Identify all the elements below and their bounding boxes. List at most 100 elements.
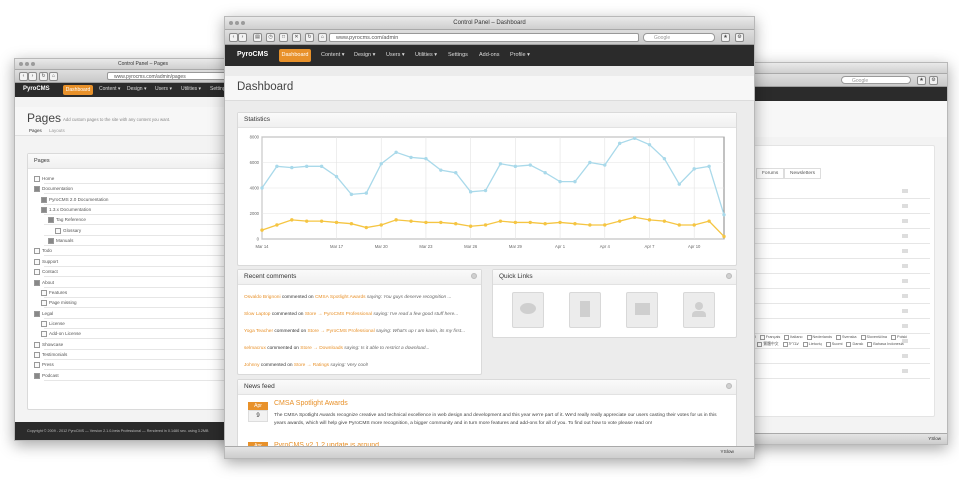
- row-edit-icon[interactable]: [902, 279, 908, 283]
- data-point[interactable]: [275, 223, 279, 227]
- tree-item[interactable]: Home: [34, 176, 54, 182]
- tab-pages[interactable]: Pages: [29, 128, 42, 133]
- expand-icon[interactable]: [34, 279, 40, 286]
- data-point[interactable]: [647, 142, 652, 147]
- tree-item[interactable]: Add-on License: [41, 331, 81, 338]
- data-point[interactable]: [424, 220, 428, 225]
- bookmark-icon[interactable]: ★: [917, 76, 926, 85]
- comments-quicklink-icon[interactable]: [512, 292, 544, 328]
- window-controls[interactable]: [229, 21, 245, 25]
- data-point[interactable]: [498, 162, 503, 166]
- back-icon[interactable]: ‹: [19, 72, 28, 81]
- data-point[interactable]: [364, 225, 369, 230]
- expand-icon[interactable]: [48, 238, 54, 245]
- tree-item[interactable]: Tag Reference: [48, 217, 86, 224]
- data-point[interactable]: [692, 167, 696, 171]
- data-point[interactable]: [543, 171, 547, 175]
- data-point[interactable]: [260, 186, 264, 190]
- data-point[interactable]: [498, 219, 503, 223]
- tree-item[interactable]: Features: [41, 289, 67, 296]
- nav-users[interactable]: Users ▾: [386, 52, 405, 58]
- data-point[interactable]: [513, 220, 518, 225]
- data-point[interactable]: [722, 213, 726, 217]
- page-icon[interactable]: [34, 248, 40, 255]
- data-point[interactable]: [528, 163, 532, 167]
- tree-item[interactable]: Contact: [34, 269, 58, 276]
- tree-item[interactable]: PyroCMS 2.0 Documentation: [41, 196, 109, 203]
- data-point[interactable]: [692, 223, 696, 227]
- data-point[interactable]: [662, 156, 667, 161]
- tree-item[interactable]: Documentation: [34, 186, 73, 193]
- tree-item[interactable]: Legal: [34, 310, 53, 317]
- data-point[interactable]: [513, 164, 518, 169]
- data-point[interactable]: [632, 215, 637, 220]
- nav-dashboard[interactable]: Dashboard: [63, 85, 93, 95]
- comment-author[interactable]: Johnny: [244, 363, 259, 368]
- checkbox-icon[interactable]: [784, 334, 790, 340]
- comment-target[interactable]: CMSA Spotlight Awards: [315, 295, 366, 300]
- row-edit-icon[interactable]: [902, 249, 908, 253]
- yslow-label[interactable]: YSlow: [720, 450, 734, 455]
- tree-item[interactable]: Glossary: [55, 227, 81, 234]
- row-edit-icon[interactable]: [902, 189, 908, 193]
- data-point[interactable]: [439, 220, 443, 225]
- nav-profile[interactable]: Profile ▾: [510, 52, 530, 58]
- window-controls[interactable]: [19, 62, 35, 66]
- reload-icon[interactable]: ↻: [305, 33, 314, 42]
- collapse-icon[interactable]: [471, 273, 477, 279]
- collapse-icon[interactable]: [726, 383, 732, 389]
- data-point[interactable]: [319, 164, 324, 169]
- checkbox-icon[interactable]: [860, 334, 866, 340]
- reload-icon[interactable]: ↻: [39, 72, 48, 81]
- nav-content[interactable]: Content ▾: [321, 52, 345, 58]
- data-point[interactable]: [647, 218, 652, 222]
- nav-utilities[interactable]: Utilities ▾: [415, 52, 437, 58]
- data-point[interactable]: [603, 223, 607, 227]
- data-point[interactable]: [305, 164, 309, 169]
- bookmark-icon[interactable]: ★: [721, 33, 730, 42]
- search-field[interactable]: Google: [643, 33, 715, 42]
- data-point[interactable]: [260, 228, 264, 232]
- language-checkbox[interactable]: Svenska: [835, 334, 857, 340]
- tab-layouts[interactable]: Layouts: [49, 128, 65, 133]
- data-point[interactable]: [290, 165, 294, 170]
- tree-item[interactable]: Showcase: [34, 341, 63, 348]
- page-icon[interactable]: [41, 320, 47, 327]
- language-checkbox[interactable]: Nederlands: [806, 334, 832, 340]
- language-checkbox[interactable]: Slovenščina: [860, 334, 887, 340]
- data-point[interactable]: [468, 190, 473, 194]
- checkbox-icon[interactable]: [757, 341, 763, 347]
- row-edit-icon[interactable]: [902, 324, 908, 328]
- checkbox-icon[interactable]: [835, 334, 841, 340]
- data-point[interactable]: [275, 164, 279, 169]
- data-point[interactable]: [662, 219, 667, 223]
- row-edit-icon[interactable]: [902, 294, 908, 298]
- tree-item[interactable]: About: [34, 279, 54, 286]
- data-point[interactable]: [379, 223, 383, 227]
- page-icon[interactable]: [41, 331, 47, 338]
- language-checkbox[interactable]: Dansk: [846, 341, 863, 347]
- page-icon[interactable]: [34, 351, 40, 358]
- data-point[interactable]: [483, 188, 488, 193]
- tree-item[interactable]: Todo: [34, 248, 52, 255]
- tree-item[interactable]: Page missing: [41, 300, 77, 307]
- row-edit-icon[interactable]: [902, 219, 908, 223]
- data-point[interactable]: [468, 224, 473, 228]
- checkbox-icon[interactable]: [891, 334, 897, 340]
- data-point[interactable]: [394, 150, 398, 154]
- language-checkbox[interactable]: Polski: [891, 334, 907, 340]
- data-point[interactable]: [558, 179, 562, 184]
- page-icon[interactable]: [34, 341, 40, 348]
- row-edit-icon[interactable]: [902, 309, 908, 313]
- comment-target[interactable]: Store → PyroCMS Professional: [307, 329, 374, 334]
- nav-dashboard[interactable]: Dashboard: [279, 49, 311, 62]
- data-point[interactable]: [334, 220, 339, 225]
- data-point[interactable]: [454, 171, 458, 175]
- yslow-label[interactable]: YSlow: [928, 436, 941, 441]
- page-icon[interactable]: [41, 300, 47, 307]
- tree-item[interactable]: Podcast: [34, 372, 59, 379]
- checkbox-icon[interactable]: [825, 341, 831, 347]
- language-checkbox[interactable]: Suomi: [825, 341, 842, 347]
- checkbox-icon[interactable]: [759, 334, 765, 340]
- tab-forums[interactable]: Forums: [756, 168, 785, 179]
